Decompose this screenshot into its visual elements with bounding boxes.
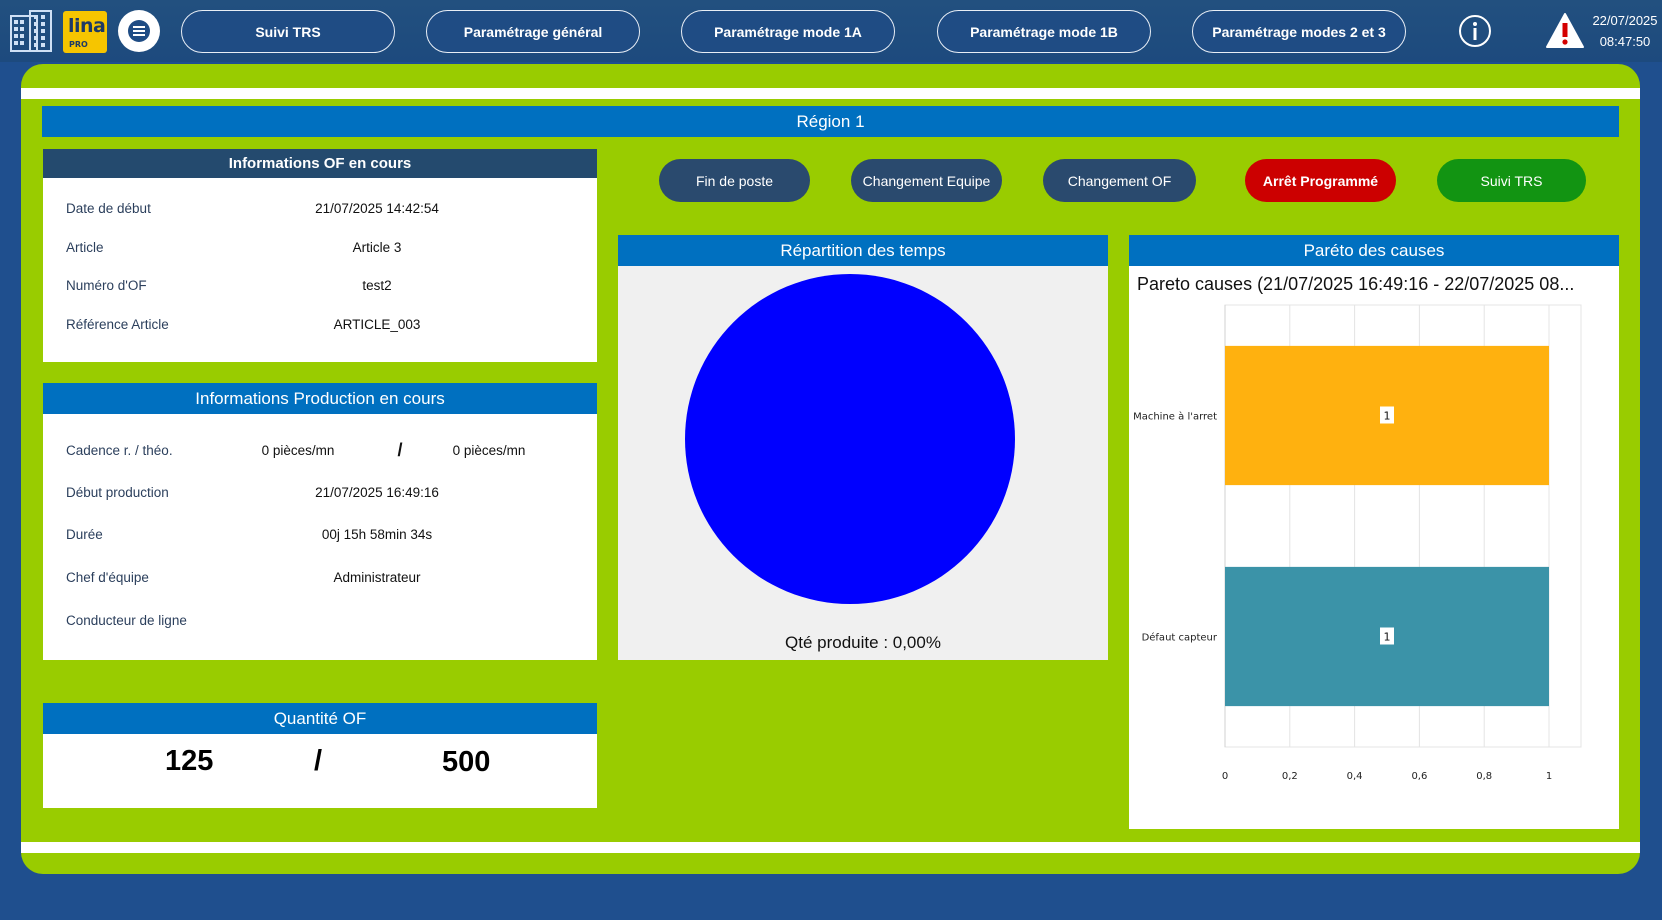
hamburger-menu-button[interactable] bbox=[118, 10, 160, 52]
current-time: 08:47:50 bbox=[1599, 34, 1651, 49]
cadence-label: Cadence r. / théo. bbox=[66, 443, 173, 458]
datetime-display: 22/07/2025 08:47:50 bbox=[1592, 10, 1658, 52]
arret-programme-button[interactable]: Arrêt Programmé bbox=[1245, 159, 1396, 202]
current-date: 22/07/2025 bbox=[1592, 13, 1658, 28]
cadence-separator: / bbox=[397, 440, 403, 460]
nav-parametrage-mode-1b-button[interactable]: Paramétrage mode 1B bbox=[937, 10, 1151, 53]
cadence-real-value: 0 pièces/mn bbox=[261, 443, 335, 458]
x-tick-label: 0 bbox=[1222, 771, 1228, 782]
x-tick-label: 0,8 bbox=[1476, 771, 1492, 782]
production-start-label: Début production bbox=[66, 485, 169, 500]
time-distribution-panel: Répartition des temps Qté produite : 0,0… bbox=[618, 235, 1108, 660]
quantity-target: 500 bbox=[442, 746, 491, 778]
of-article-label: Article bbox=[66, 240, 104, 255]
fin-de-poste-button[interactable]: Fin de poste bbox=[659, 159, 810, 202]
x-tick-label: 0,2 bbox=[1282, 771, 1298, 782]
building-logo-icon bbox=[10, 10, 52, 52]
of-info-panel: Informations OF en cours Date de début 2… bbox=[43, 149, 597, 362]
nav-parametrage-general-button[interactable]: Paramétrage général bbox=[426, 10, 640, 53]
pareto-panel-title: Paréto des causes bbox=[1129, 235, 1619, 266]
quantity-separator: / bbox=[314, 745, 323, 777]
of-article-value: Article 3 bbox=[352, 240, 402, 255]
changement-equipe-button[interactable]: Changement Equipe bbox=[851, 159, 1002, 202]
x-tick-label: 0,4 bbox=[1347, 771, 1363, 782]
of-info-title: Informations OF en cours bbox=[43, 149, 597, 178]
quantity-panel: Quantité OF 125 / 500 bbox=[43, 703, 597, 808]
x-tick-label: 1 bbox=[1546, 771, 1552, 782]
pareto-bar-chart: 0 0,2 0,4 0,6 0,8 1 Machine à l'arret 1 Défaut c… bbox=[1133, 304, 1582, 782]
region-title-bar: Région 1 bbox=[42, 106, 1619, 137]
of-reference-label: Référence Article bbox=[66, 317, 169, 332]
x-tick-label: 0,6 bbox=[1411, 771, 1427, 782]
alert-warning-icon[interactable] bbox=[1545, 12, 1585, 50]
category-label: Machine à l'arret bbox=[1133, 411, 1217, 423]
team-leader-label: Chef d'équipe bbox=[66, 570, 149, 585]
suivi-trs-button[interactable]: Suivi TRS bbox=[1437, 159, 1586, 202]
cadence-theo-value: 0 pièces/mn bbox=[452, 443, 526, 458]
of-reference-value: ARTICLE_003 bbox=[333, 317, 421, 332]
of-start-date-value: 21/07/2025 14:42:54 bbox=[315, 201, 439, 216]
main-frame: Région 1 Informations OF en cours Date d… bbox=[21, 64, 1640, 874]
team-leader-value: Administrateur bbox=[333, 570, 421, 585]
changement-of-button[interactable]: Changement OF bbox=[1043, 159, 1196, 202]
production-start-value: 21/07/2025 16:49:16 bbox=[315, 485, 439, 500]
pie-slice-0 bbox=[685, 274, 1015, 604]
production-info-panel: Informations Production en cours Cadence… bbox=[43, 383, 597, 660]
hamburger-icon bbox=[128, 20, 150, 42]
pie-chart bbox=[685, 274, 1015, 604]
data-label: 1 bbox=[1384, 410, 1391, 423]
production-info-title: Informations Production en cours bbox=[43, 383, 597, 414]
quantity-produced: 125 bbox=[165, 745, 214, 777]
pareto-chart-title: Pareto causes (21/07/2025 16:49:16 - 22/… bbox=[1137, 274, 1575, 294]
quantity-title: Quantité OF bbox=[43, 703, 597, 734]
category-label: Défaut capteur bbox=[1142, 632, 1218, 644]
duration-label: Durée bbox=[66, 527, 103, 542]
logo-main-text: lina bbox=[68, 15, 106, 37]
bottom-divider bbox=[21, 842, 1640, 853]
logo-sub-text: PRO bbox=[69, 40, 88, 49]
duration-value: 00j 15h 58min 34s bbox=[321, 527, 433, 542]
nav-parametrage-modes-2-3-button[interactable]: Paramétrage modes 2 et 3 bbox=[1192, 10, 1406, 53]
time-distribution-title: Répartition des temps bbox=[618, 235, 1108, 266]
line-driver-label: Conducteur de ligne bbox=[66, 613, 187, 628]
nav-suivi-trs-button[interactable]: Suivi TRS bbox=[181, 10, 395, 53]
lina-pro-logo: lina PRO bbox=[63, 11, 107, 53]
top-divider bbox=[21, 88, 1640, 99]
nav-parametrage-mode-1a-button[interactable]: Paramétrage mode 1A bbox=[681, 10, 895, 53]
pie-footer-label: Qté produite : 0,00% bbox=[785, 633, 941, 652]
of-number-label: Numéro d'OF bbox=[66, 278, 147, 293]
top-bar: lina PRO Suivi TRS Paramétrage général P… bbox=[0, 0, 1662, 62]
info-icon[interactable] bbox=[1458, 14, 1492, 48]
of-number-value: test2 bbox=[362, 278, 392, 293]
pareto-panel: Paréto des causes Pareto causes (21/07/2… bbox=[1129, 235, 1619, 829]
data-label: 1 bbox=[1384, 631, 1391, 644]
of-start-date-label: Date de début bbox=[66, 201, 151, 216]
